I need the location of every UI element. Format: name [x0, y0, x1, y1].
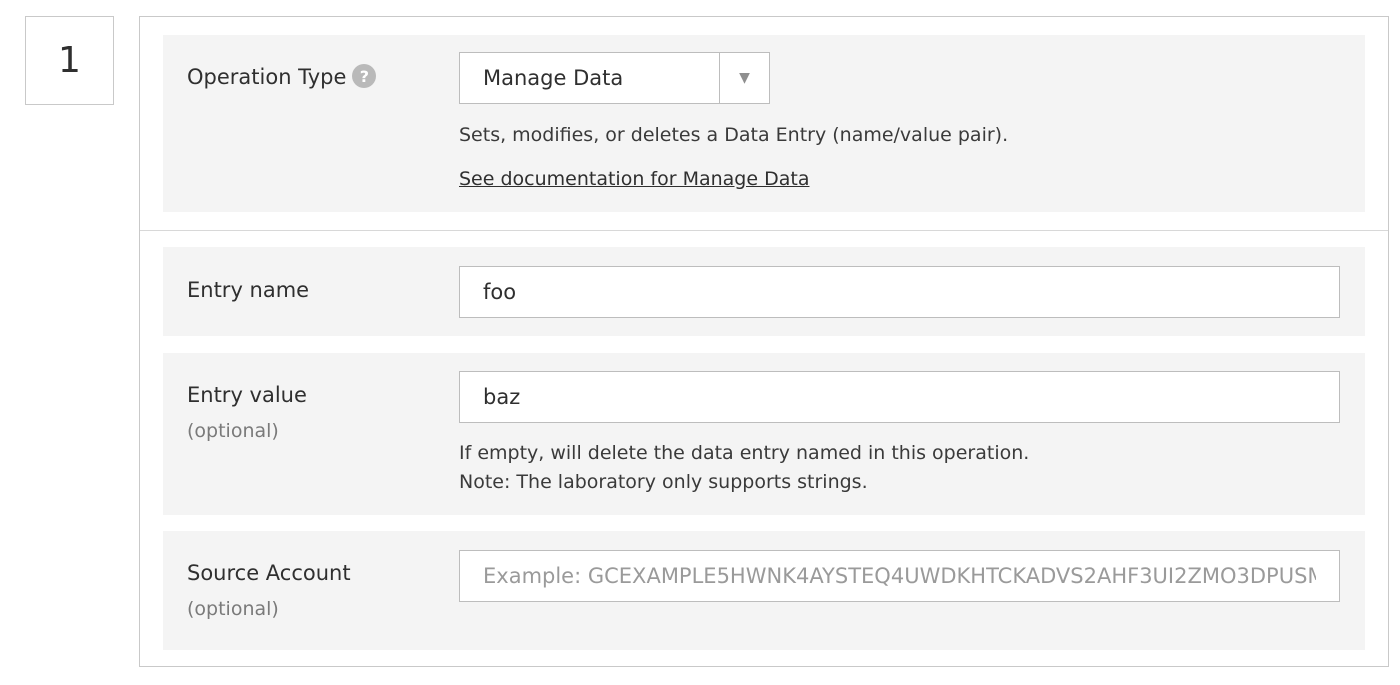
- source-account-label: Source Account: [187, 561, 351, 585]
- operation-type-row: Operation Type? Manage Data ▼ Sets, modi…: [163, 35, 1365, 212]
- operation-type-label: Operation Type: [187, 65, 347, 89]
- operation-type-selected-value[interactable]: Manage Data: [460, 53, 719, 103]
- entry-value-input[interactable]: [459, 371, 1340, 423]
- operation-type-label-group: Operation Type?: [187, 64, 377, 90]
- entry-name-label: Entry name: [187, 278, 310, 302]
- operation-description: Sets, modifies, or deletes a Data Entry …: [459, 124, 1009, 146]
- source-account-input[interactable]: [459, 550, 1340, 602]
- source-account-optional-label: (optional): [187, 598, 279, 620]
- entry-value-row: Entry value (optional) If empty, will de…: [163, 353, 1365, 515]
- section-divider: [140, 230, 1388, 231]
- entry-value-help-line-2: Note: The laboratory only supports strin…: [459, 471, 868, 493]
- question-circle-icon[interactable]: ?: [352, 64, 377, 88]
- operation-number: 1: [25, 16, 114, 105]
- entry-value-help-line-1: If empty, will delete the data entry nam…: [459, 442, 1030, 464]
- operation-type-select[interactable]: Manage Data ▼: [459, 52, 770, 104]
- operation-card: Operation Type? Manage Data ▼ Sets, modi…: [139, 16, 1389, 667]
- documentation-link[interactable]: See documentation for Manage Data: [459, 168, 809, 190]
- source-account-row: Source Account (optional): [163, 531, 1365, 650]
- caret-down-icon[interactable]: ▼: [719, 53, 769, 103]
- entry-value-label: Entry value: [187, 383, 307, 407]
- entry-name-row: Entry name: [163, 247, 1365, 336]
- entry-name-input[interactable]: [459, 266, 1340, 318]
- entry-value-optional-label: (optional): [187, 420, 279, 442]
